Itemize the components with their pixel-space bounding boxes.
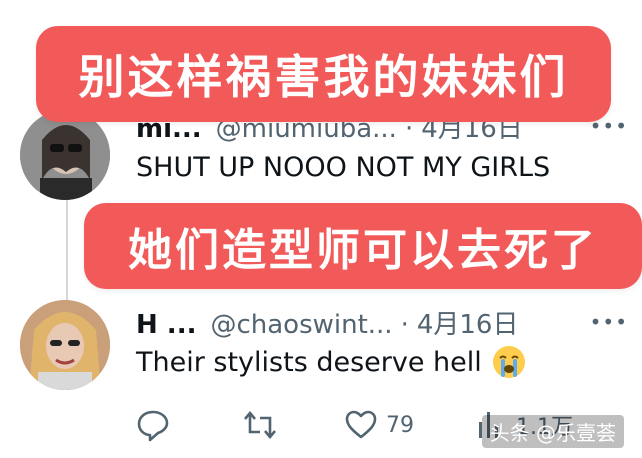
like-button[interactable]: 79: [344, 408, 414, 442]
likes-count: 79: [386, 412, 414, 438]
post-2-separator: ·: [400, 310, 409, 340]
avatar-photo: [20, 300, 110, 390]
post-2-meta: H ... @chaoswint... · 4月16日: [136, 304, 518, 341]
crying-face-icon: [492, 346, 525, 378]
caption-banner-1: 别这样祸害我的妹妹们: [36, 26, 611, 122]
repost-icon: [244, 410, 276, 440]
heart-icon: [345, 410, 377, 439]
reply-button[interactable]: [136, 408, 170, 442]
post-2-date[interactable]: 4月16日: [417, 304, 519, 341]
caption-banner-2: 她们造型师可以去死了: [84, 203, 642, 289]
post-1-text: SHUT UP NOOO NOT MY GIRLS: [136, 152, 551, 183]
reply-icon: [137, 410, 169, 442]
post-2-text: Their stylists deserve hell: [136, 346, 482, 378]
post-2-name[interactable]: H ...: [136, 310, 196, 340]
avatar[interactable]: [20, 300, 110, 390]
post-2-text-row: Their stylists deserve hell: [136, 345, 526, 379]
thread-line: [66, 200, 68, 300]
watermark: 头条 @乐壹荟: [481, 415, 624, 448]
post-2-handle[interactable]: @chaoswint...: [210, 310, 392, 340]
repost-button[interactable]: [242, 408, 278, 442]
avatar-photo: [20, 110, 110, 200]
more-options-icon[interactable]: •••: [590, 310, 628, 334]
avatar[interactable]: [20, 110, 110, 200]
